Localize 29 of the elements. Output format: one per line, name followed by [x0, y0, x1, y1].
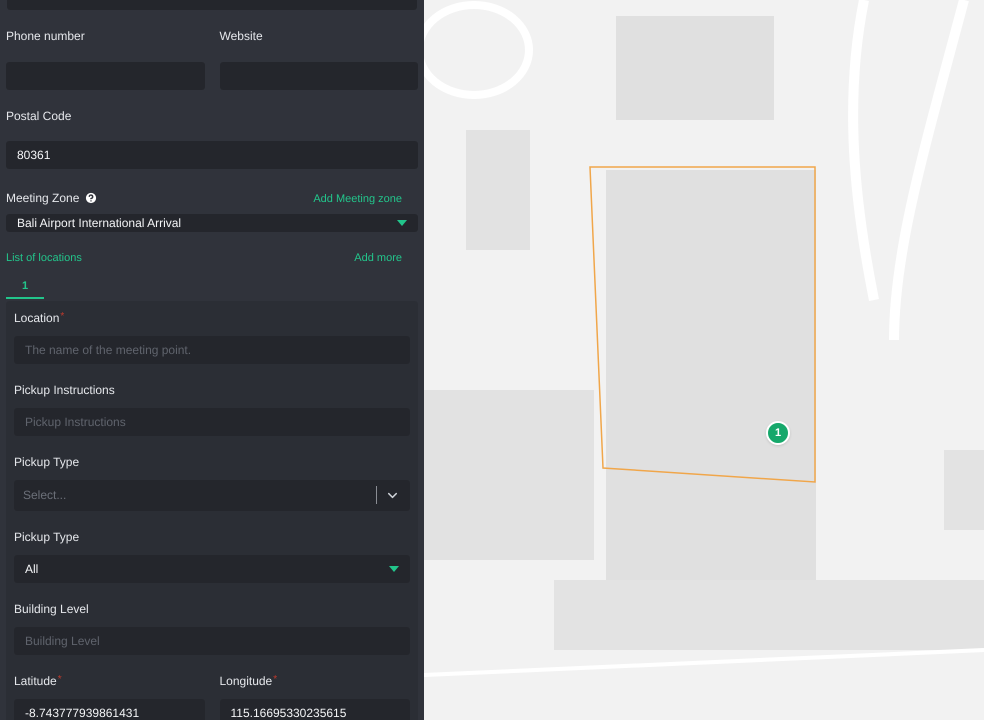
- field-label: Meeting Zone: [6, 190, 80, 207]
- field-label: Pickup Instructions: [14, 382, 115, 398]
- field-label: Pickup Type: [14, 528, 80, 546]
- help-icon[interactable]: [84, 191, 98, 205]
- dropdown-field[interactable]: All: [14, 554, 410, 582]
- caret-icon: [397, 220, 407, 226]
- text-input[interactable]: The name of the meeting point.: [14, 336, 410, 364]
- required-asterisk: *: [273, 672, 278, 686]
- text-input[interactable]: -8.743777939861431: [14, 698, 204, 720]
- text-input[interactable]: Building Level: [14, 626, 410, 654]
- field-label: Latitude: [14, 672, 57, 690]
- field-label: Pickup Type: [14, 454, 80, 470]
- caret-icon: [389, 566, 399, 572]
- add-more-link[interactable]: Add more: [354, 250, 402, 266]
- text-input[interactable]: Pickup Instructions: [14, 408, 410, 436]
- field-label: Website: [220, 28, 264, 45]
- required-asterisk: *: [58, 672, 62, 686]
- location-tab[interactable]: 1: [6, 276, 44, 298]
- field-label: Longitude: [220, 672, 272, 690]
- add-meeting-zone-link[interactable]: Add Meeting zone: [313, 190, 402, 207]
- field-label: Phone number: [6, 28, 86, 45]
- section-title: List of locations: [6, 251, 82, 266]
- text-input[interactable]: 80361: [6, 141, 418, 169]
- field-label: Building Level: [14, 600, 89, 618]
- required-asterisk: *: [60, 310, 64, 324]
- field-label: Location: [14, 310, 60, 326]
- text-input[interactable]: 115.16695330235615: [220, 698, 410, 720]
- field-label: Postal Code: [6, 108, 72, 125]
- dropdown-field[interactable]: Bali Airport International Arrival: [6, 214, 418, 232]
